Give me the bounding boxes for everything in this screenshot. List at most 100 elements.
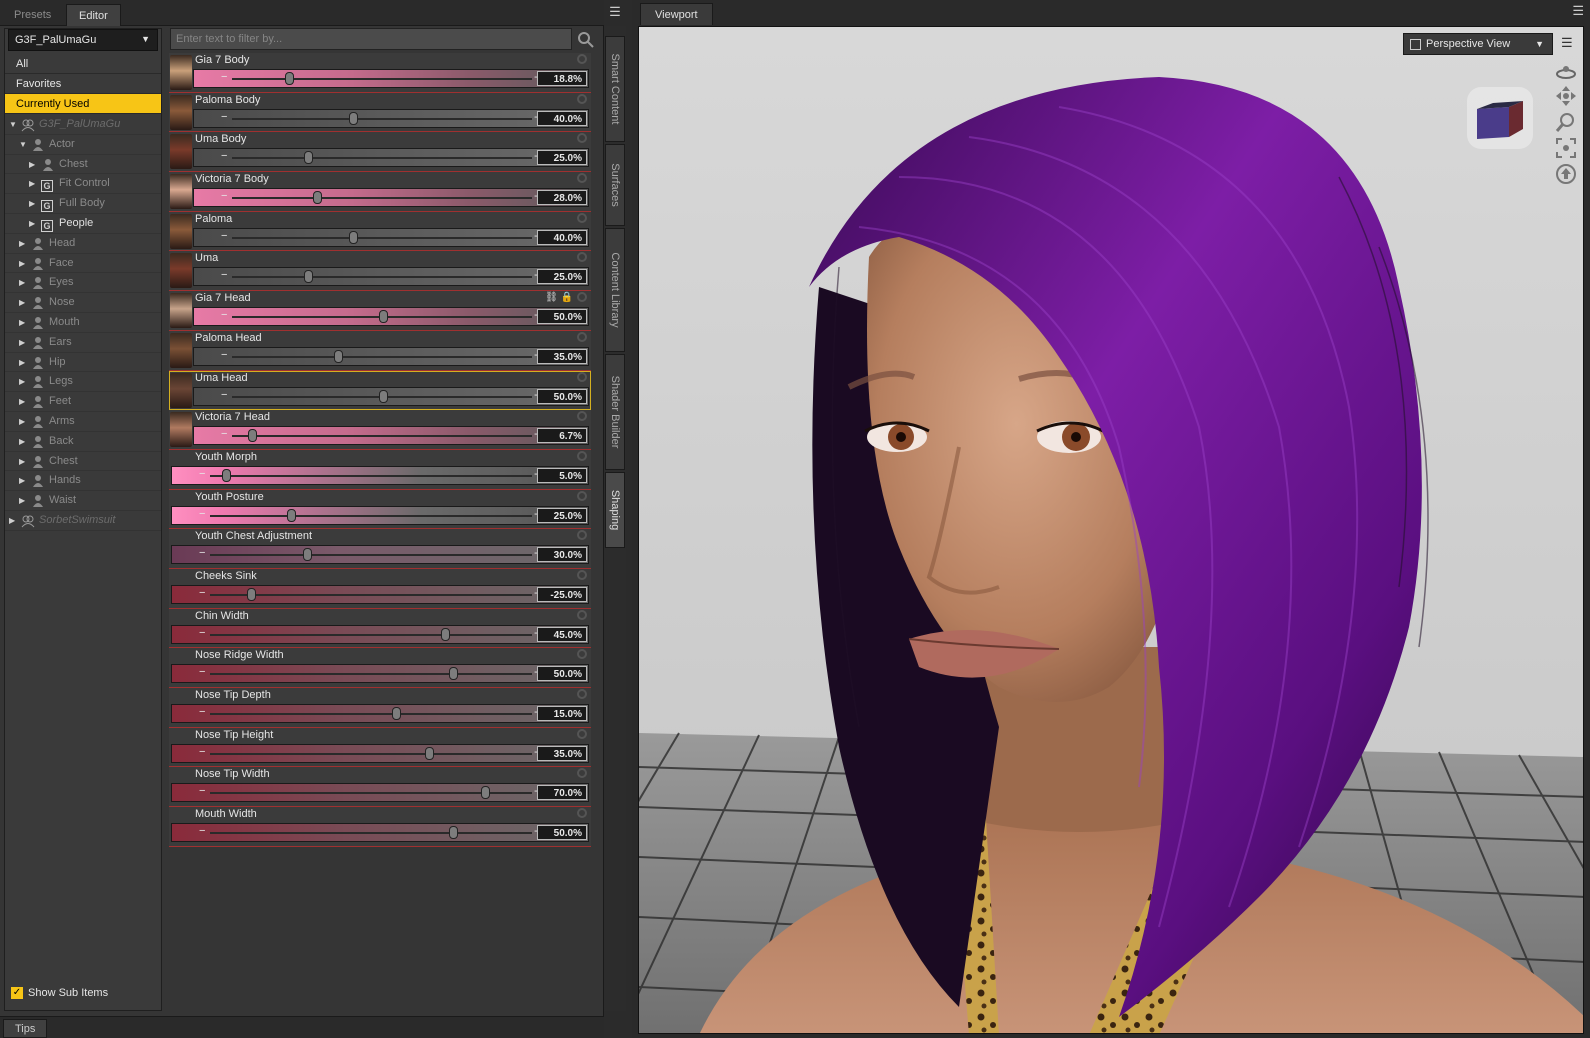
tree-node[interactable]: ▼ Actor xyxy=(5,135,161,155)
parameter-value-field[interactable]: 50.0% xyxy=(537,666,587,682)
expand-arrow-icon[interactable]: ▶ xyxy=(19,412,25,431)
parameter-slider[interactable]: −+25.0% xyxy=(193,148,589,168)
parameter-value-field[interactable]: 50.0% xyxy=(537,825,587,841)
gear-icon[interactable] xyxy=(577,490,587,501)
slider-knob[interactable] xyxy=(481,786,491,800)
slider-knob[interactable] xyxy=(379,389,388,403)
tree-node[interactable]: ▶ Hands xyxy=(5,471,161,492)
slider-knob[interactable] xyxy=(379,310,388,324)
parameter-value-field[interactable]: 25.0% xyxy=(537,507,587,523)
parameter-row[interactable]: Mouth Width −+50.0% xyxy=(169,807,591,847)
camera-select[interactable]: Perspective View ▼ xyxy=(1403,33,1553,55)
tree-node[interactable]: ▶ Ears xyxy=(5,333,161,353)
gear-icon[interactable] xyxy=(577,54,587,64)
parameter-row[interactable]: Nose Tip Width −+70.0% xyxy=(169,767,591,808)
decrement-button[interactable]: − xyxy=(199,706,205,718)
decrement-button[interactable]: − xyxy=(221,269,227,281)
gear-icon[interactable] xyxy=(577,173,587,184)
parameter-row[interactable]: Youth Morph −+5.0% xyxy=(169,449,591,490)
parameter-row[interactable]: Cheeks Sink −+-25.0% xyxy=(169,568,591,609)
parameter-value-field[interactable]: 70.0% xyxy=(537,785,587,801)
expand-arrow-icon[interactable]: ▶ xyxy=(19,333,25,352)
expand-arrow-icon[interactable]: ▶ xyxy=(19,452,25,471)
parameter-row[interactable]: Victoria 7 Body −+28.0% xyxy=(169,172,591,212)
slider-knob[interactable] xyxy=(392,707,402,720)
side-tab-shaping[interactable]: Shaping xyxy=(605,472,625,548)
gear-icon[interactable] xyxy=(577,371,587,382)
tree-node[interactable]: ▶ Face xyxy=(5,254,161,274)
tree-node[interactable]: ▶ G Fit Control xyxy=(5,174,161,195)
decrement-button[interactable]: − xyxy=(199,666,205,678)
decrement-button[interactable]: − xyxy=(199,547,205,559)
decrement-button[interactable]: − xyxy=(221,190,227,202)
collapse-arrow-icon[interactable]: ▼ xyxy=(9,115,17,134)
viewport-canvas[interactable]: Perspective View ▼ ☰ xyxy=(638,26,1584,1034)
side-tab-content-library[interactable]: Content Library xyxy=(605,228,625,352)
parameter-value-field[interactable]: 25.0% xyxy=(537,150,587,166)
parameter-row[interactable]: Nose Tip Depth −+15.0% xyxy=(169,688,591,728)
lock-icon[interactable]: ⛓ 🔒 xyxy=(545,292,573,303)
parameter-slider[interactable]: −+35.0% xyxy=(171,743,589,763)
gear-icon[interactable] xyxy=(577,649,587,660)
side-tab-surfaces[interactable]: Surfaces xyxy=(605,144,625,226)
collapse-arrow-icon[interactable]: ▼ xyxy=(19,135,27,154)
slider-knob[interactable] xyxy=(284,72,294,85)
parameter-slider[interactable]: −+50.0% xyxy=(193,307,589,327)
viewport-options-icon[interactable]: ☰ xyxy=(1561,35,1579,53)
slider-knob[interactable] xyxy=(424,746,434,760)
slider-knob[interactable] xyxy=(449,826,458,840)
gear-icon[interactable] xyxy=(577,133,587,144)
slider-knob[interactable] xyxy=(287,508,296,522)
tree-node[interactable]: ▶ Waist xyxy=(5,491,161,511)
expand-arrow-icon[interactable]: ▶ xyxy=(19,432,25,451)
parameter-slider[interactable]: −+5.0% xyxy=(171,465,589,485)
gear-icon[interactable] xyxy=(577,530,587,541)
parameter-slider[interactable]: −+40.0% xyxy=(193,108,589,128)
parameter-slider[interactable]: −+28.0% xyxy=(193,188,589,208)
expand-arrow-icon[interactable]: ▶ xyxy=(29,194,35,213)
decrement-button[interactable]: − xyxy=(221,309,227,321)
tab-editor[interactable]: Editor xyxy=(66,4,121,26)
decrement-button[interactable]: − xyxy=(221,150,227,162)
expand-arrow-icon[interactable]: ▶ xyxy=(19,372,25,391)
parameter-slider[interactable]: −+40.0% xyxy=(193,227,589,247)
parameter-slider[interactable]: −+50.0% xyxy=(171,664,589,684)
parameter-slider[interactable]: −+35.0% xyxy=(193,346,589,366)
tree-node[interactable]: ▶ Legs xyxy=(5,372,161,393)
tree-node[interactable]: ▶ G Full Body xyxy=(5,194,161,214)
decrement-button[interactable]: − xyxy=(199,468,205,480)
decrement-button[interactable]: − xyxy=(199,746,205,758)
slider-knob[interactable] xyxy=(440,627,450,641)
category-currently-used[interactable]: Currently Used xyxy=(5,94,161,114)
figure-select[interactable]: G3F_PalUmaGu ▼ xyxy=(8,29,158,51)
tree-node[interactable]: ▶ Back xyxy=(5,432,161,452)
tree-node[interactable]: ▶ SorbetSwimsuit xyxy=(5,511,161,531)
slider-knob[interactable] xyxy=(333,349,343,363)
parameter-row[interactable]: Gia 7 Head ⛓ 🔒 −+50.0% xyxy=(169,291,591,331)
scene-render[interactable] xyxy=(639,27,1584,1034)
decrement-button[interactable]: − xyxy=(199,825,205,837)
parameter-value-field[interactable]: 25.0% xyxy=(537,269,587,285)
tree-node[interactable]: ▼ G3F_PalUmaGu xyxy=(5,115,161,135)
gear-icon[interactable] xyxy=(577,569,587,580)
expand-arrow-icon[interactable]: ▶ xyxy=(19,234,25,253)
gear-icon[interactable] xyxy=(577,689,587,699)
parameter-value-field[interactable]: 35.0% xyxy=(537,348,587,364)
expand-arrow-icon[interactable]: ▶ xyxy=(29,155,35,174)
expand-arrow-icon[interactable]: ▶ xyxy=(19,392,25,411)
parameter-row[interactable]: Victoria 7 Head −+6.7% xyxy=(169,410,591,450)
decrement-button[interactable]: − xyxy=(221,71,227,83)
parameter-slider[interactable]: −+50.0% xyxy=(171,823,589,843)
parameter-slider[interactable]: −+25.0% xyxy=(171,505,589,525)
parameter-slider[interactable]: −+15.0% xyxy=(171,704,589,723)
gear-icon[interactable] xyxy=(577,768,587,779)
tab-presets[interactable]: Presets xyxy=(2,4,63,26)
gear-icon[interactable] xyxy=(577,252,587,263)
tree-node[interactable]: ▶ G People xyxy=(5,214,161,234)
pan-icon[interactable] xyxy=(1555,85,1577,107)
gear-icon[interactable] xyxy=(577,411,587,422)
slider-knob[interactable] xyxy=(222,468,232,482)
parameter-row[interactable]: Gia 7 Body −+18.8% xyxy=(169,53,591,93)
parameter-value-field[interactable]: 35.0% xyxy=(537,745,587,761)
parameter-row[interactable]: Uma Head −+50.0% xyxy=(169,370,591,411)
